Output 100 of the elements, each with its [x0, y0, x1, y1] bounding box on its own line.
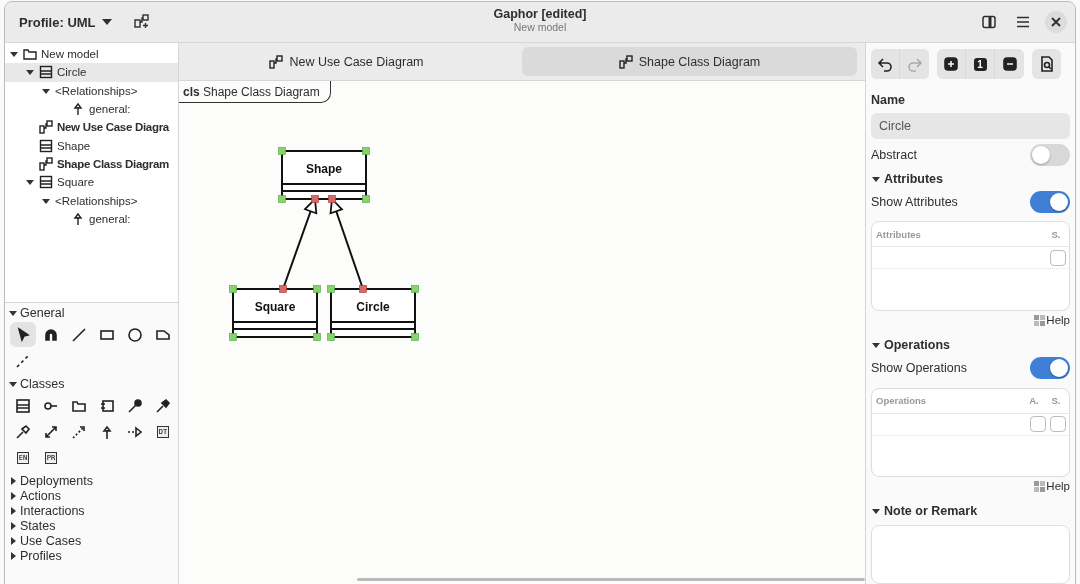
class-name: Circle [356, 300, 390, 314]
section-title: Profiles [20, 548, 62, 563]
name-field[interactable]: Circle [871, 113, 1070, 140]
section-title: Attributes [884, 171, 944, 186]
toolbox-section-header[interactable]: Use Cases [8, 533, 178, 548]
tool-button[interactable] [10, 322, 36, 347]
circle-icon [127, 326, 143, 343]
undo-button[interactable] [871, 49, 900, 79]
tree-item-label: Square [57, 176, 95, 189]
expander-right-icon[interactable] [8, 550, 18, 561]
tree-item-label: Shape Class Diagram [57, 157, 169, 170]
toggle-label: Show Operations [871, 361, 967, 376]
checkbox[interactable] [1030, 416, 1046, 433]
tree-row[interactable]: <Relationships> [5, 191, 178, 210]
class-icon [39, 65, 53, 80]
tree-row[interactable]: <Relationships> [5, 81, 178, 100]
minus-icon [1001, 56, 1018, 72]
tree-row[interactable]: New Use Case Diagra [5, 118, 178, 137]
class-name: Square [254, 300, 296, 314]
pointer-icon [15, 326, 31, 343]
column-header: Operations [876, 395, 928, 407]
dotted-arrow-icon [71, 423, 87, 440]
add-button[interactable] [937, 49, 966, 79]
horizontal-scrollbar[interactable] [357, 578, 865, 581]
line-icon [71, 326, 87, 343]
section-title: Operations [884, 338, 950, 353]
diagram-add-icon [133, 14, 150, 30]
expander-right-icon[interactable] [8, 490, 18, 501]
column-header: Attributes [876, 228, 922, 240]
expander-right-icon[interactable] [8, 535, 18, 546]
expander-right-icon[interactable] [8, 505, 18, 516]
toggle-switch[interactable] [1030, 357, 1070, 380]
checkbox[interactable] [1050, 416, 1066, 433]
class-node[interactable] [327, 285, 419, 341]
arrow-icon [15, 423, 31, 440]
dropdown-icon [101, 19, 112, 25]
help-icon [1034, 314, 1046, 326]
column-header: A. [1028, 395, 1040, 407]
toolbox-section-header[interactable]: Deployments [8, 473, 178, 488]
section-title: Use Cases [20, 533, 82, 548]
toolbox-section-header[interactable]: Profiles [8, 548, 178, 563]
diagram-tab[interactable]: Shape Class Diagram [522, 47, 857, 76]
expander-right-icon[interactable] [8, 520, 18, 531]
generalization-arrow[interactable] [328, 195, 367, 293]
toggle-switch[interactable] [1030, 191, 1070, 214]
section-title: Note or Remark [884, 504, 978, 519]
help-link[interactable]: Help [1034, 480, 1070, 493]
expander-right-icon[interactable] [8, 475, 18, 486]
tree-row[interactable]: Square [5, 173, 178, 192]
tree-row[interactable]: Circle [5, 63, 178, 82]
class-node[interactable] [229, 285, 321, 341]
profile-dropdown[interactable]: Profile: UML [13, 10, 118, 34]
folder-icon [23, 47, 37, 62]
class-icon [39, 138, 53, 153]
tree-row[interactable]: Shape Class Diagram [5, 154, 178, 174]
class-node[interactable] [278, 147, 370, 203]
section-title: Actions [20, 488, 61, 503]
toggle-switch[interactable] [1030, 143, 1070, 166]
close-button[interactable] [1045, 11, 1067, 33]
toolbox-section-header[interactable]: Classes [8, 376, 178, 391]
section-header[interactable]: Note or Remark [871, 503, 1070, 520]
toolbox-section-header[interactable]: Actions [8, 488, 178, 503]
tree-item-label: <Relationships> [55, 84, 138, 97]
toolbox-section-header[interactable]: States [8, 518, 178, 533]
tree-item-label: New model [41, 48, 99, 61]
checkbox[interactable] [1050, 249, 1066, 266]
tree-row[interactable]: general: [5, 209, 178, 228]
pin-icon [127, 397, 143, 414]
tree-item-label: New Use Case Diagra [57, 121, 169, 134]
tree-row[interactable]: general: [5, 99, 178, 119]
help-icon [1034, 480, 1046, 492]
generalization-icon [71, 211, 85, 226]
tree-row[interactable]: New model [5, 45, 178, 64]
toggle-label: Abstract [871, 147, 917, 162]
generalization-icon [71, 102, 85, 117]
generalization-arrow[interactable] [279, 195, 319, 293]
plus-icon [943, 56, 959, 72]
tree-item-label: <Relationships> [55, 194, 138, 207]
magnet-icon [43, 326, 59, 343]
section-header[interactable]: Attributes [871, 170, 1070, 187]
document-search-icon [1038, 56, 1055, 72]
double-arrow-icon [43, 423, 59, 440]
close-icon [1051, 17, 1061, 27]
note-field[interactable] [871, 525, 1070, 584]
diagram-icon [39, 120, 53, 135]
toolbox-section-header[interactable]: Interactions [8, 503, 178, 518]
section-title: Deployments [20, 473, 93, 488]
sidebar-icon [981, 14, 997, 30]
help-link[interactable]: Help [1034, 314, 1070, 327]
diagram-icon [618, 54, 633, 69]
section-header[interactable]: Operations [871, 337, 1070, 354]
tree-row[interactable]: Shape [5, 136, 178, 155]
window-subtitle: New model [513, 21, 567, 33]
diagram-tab[interactable]: New Use Case Diagram [179, 47, 514, 76]
toolbox-section-header[interactable]: General [8, 305, 178, 320]
toggle-label: Show Attributes [871, 195, 958, 210]
arrow-icon [155, 397, 171, 414]
column-header: S. [1050, 228, 1062, 240]
tree-item-label: general: [89, 212, 131, 225]
field-label: Name [871, 93, 907, 107]
